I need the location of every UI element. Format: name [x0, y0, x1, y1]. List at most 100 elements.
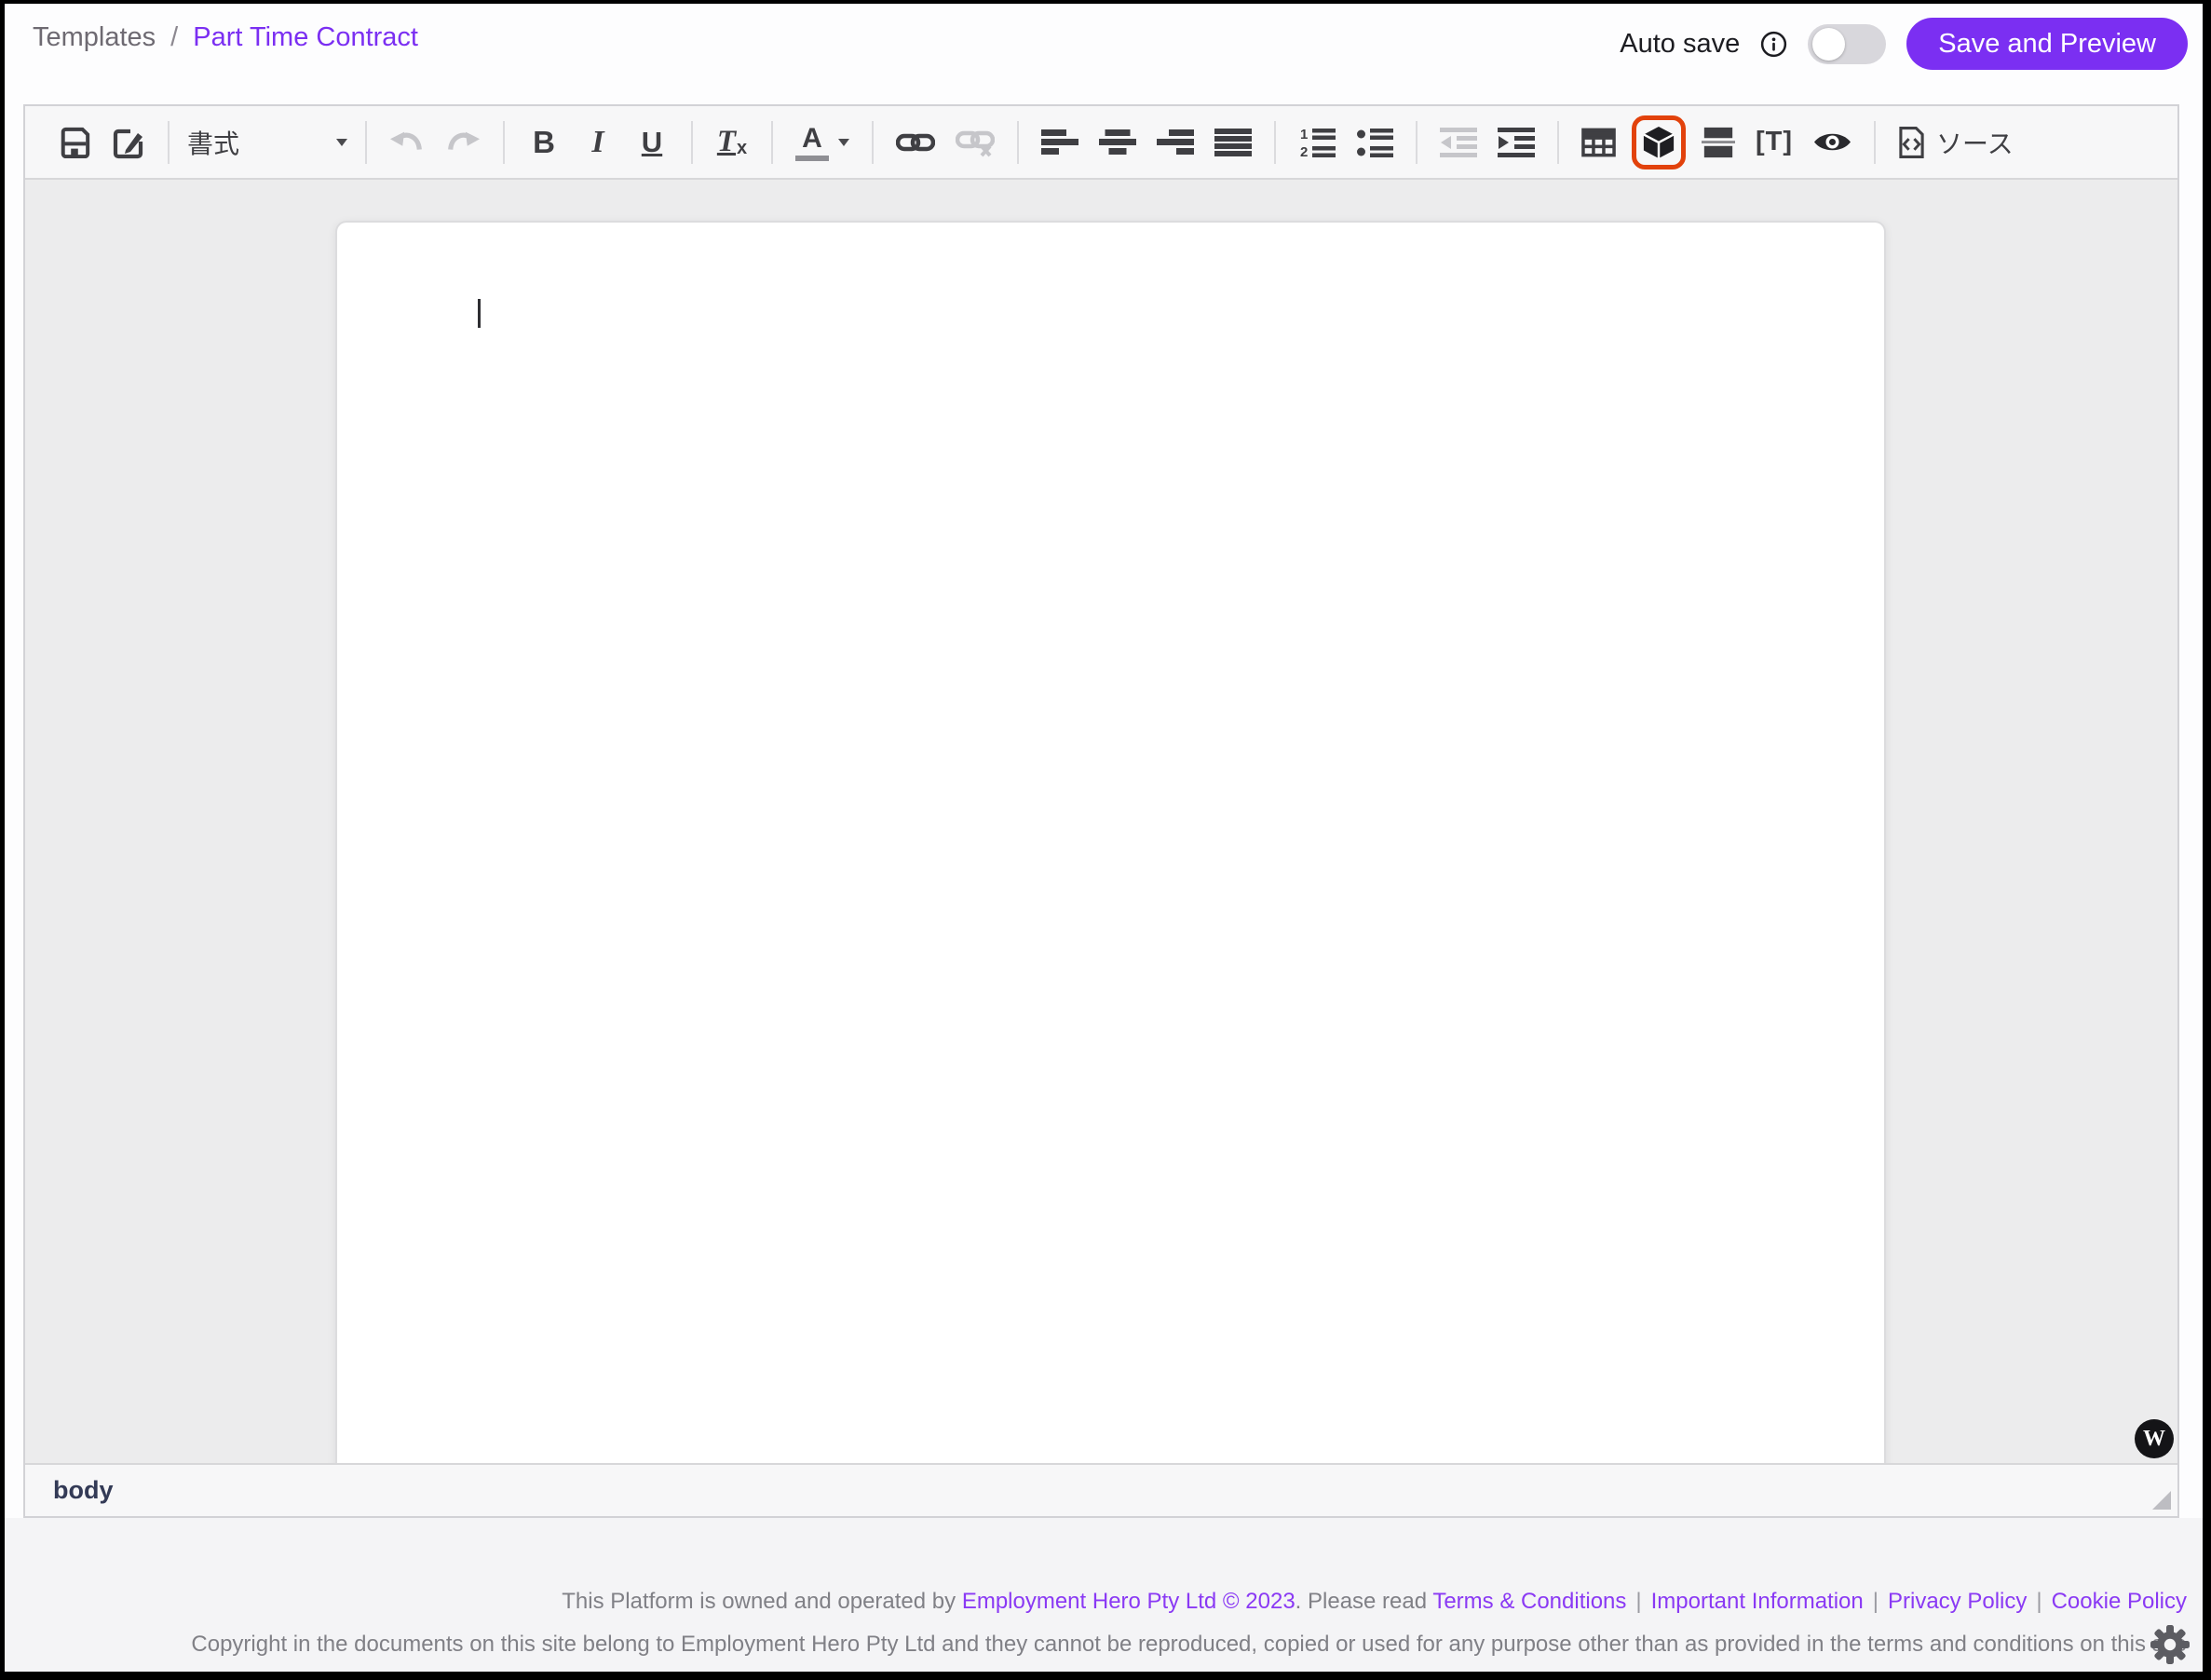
- text-field-button[interactable]: [T]: [1754, 115, 1795, 169]
- save-button[interactable]: [56, 115, 93, 169]
- insert-table-button[interactable]: [1580, 115, 1618, 169]
- widget-logo: W: [2143, 1427, 2165, 1452]
- toolbar-separator: [1557, 121, 1559, 164]
- format-dropdown-value: 書式: [187, 124, 239, 161]
- toolbar-separator: [771, 121, 773, 164]
- edit-template-button[interactable]: [110, 115, 147, 169]
- link-icon: [896, 129, 935, 156]
- footer-ownership-text: This Platform is owned and operated by: [562, 1589, 962, 1614]
- gear-icon: [2150, 1624, 2191, 1665]
- widget-button[interactable]: W: [2135, 1419, 2174, 1458]
- header-actions: Auto save Save and Preview: [1620, 17, 2188, 71]
- bulleted-list-button[interactable]: [1354, 115, 1395, 169]
- eye-icon: [1813, 129, 1852, 155]
- underline-button[interactable]: U: [633, 115, 671, 169]
- chevron-down-icon: [336, 139, 347, 146]
- align-center-button[interactable]: [1097, 115, 1138, 169]
- save-icon: [59, 127, 90, 158]
- toolbar-separator: [691, 121, 693, 164]
- footer-line-2: Copyright in the documents on this site …: [191, 1623, 2187, 1666]
- text-color-button[interactable]: A: [794, 115, 851, 169]
- cube-icon: [1642, 125, 1675, 160]
- text-field-icon: [T]: [1756, 127, 1793, 157]
- autosave-label: Auto save: [1620, 29, 1740, 60]
- toolbar-separator: [168, 121, 170, 164]
- toggle-knob: [1812, 28, 1845, 61]
- redo-icon: [445, 128, 481, 157]
- app-window: Templates / Part Time Contract Auto save…: [5, 4, 2203, 1672]
- bulleted-list-icon: [1356, 127, 1393, 158]
- toolbar-separator: [1416, 121, 1417, 164]
- italic-button[interactable]: I: [579, 115, 617, 169]
- autosave-toggle[interactable]: [1808, 24, 1886, 64]
- align-center-icon: [1099, 129, 1136, 156]
- justify-icon: [1214, 129, 1252, 156]
- insert-placeholder-cube-button[interactable]: [1632, 115, 1686, 169]
- toolbar-separator: [365, 121, 367, 164]
- info-icon[interactable]: [1760, 31, 1787, 58]
- toolbar-separator: [1274, 121, 1276, 164]
- text-cursor: [478, 299, 481, 328]
- cookie-settings-button[interactable]: [2150, 1624, 2191, 1668]
- increase-indent-button[interactable]: [1496, 115, 1537, 169]
- terms-link[interactable]: Terms & Conditions: [1432, 1589, 1626, 1614]
- footer-please-read-text: . Please read: [1295, 1589, 1433, 1614]
- element-path-bar: body: [25, 1463, 2177, 1516]
- privacy-policy-link[interactable]: Privacy Policy: [1888, 1589, 2027, 1614]
- resize-handle[interactable]: [2152, 1491, 2171, 1510]
- svg-text:2: 2: [1300, 144, 1308, 158]
- bold-button[interactable]: B: [525, 115, 563, 169]
- editor-canvas: [25, 180, 2177, 1463]
- text-color-icon: A: [795, 124, 829, 161]
- editor-toolbar: 書式 B I: [25, 106, 2177, 180]
- decrease-indent-icon: [1440, 128, 1477, 157]
- undo-button: [387, 115, 427, 169]
- numbered-list-button[interactable]: 1 2: [1296, 115, 1337, 169]
- remove-format-button[interactable]: T x: [713, 115, 751, 169]
- breadcrumb-templates-link[interactable]: Templates: [33, 22, 156, 53]
- bold-icon: B: [533, 125, 555, 160]
- svg-text:1: 1: [1300, 127, 1308, 142]
- page-break-button[interactable]: [1700, 115, 1737, 169]
- rich-text-editor: 書式 B I: [23, 104, 2179, 1518]
- table-icon: [1581, 128, 1616, 157]
- align-right-button[interactable]: [1155, 115, 1196, 169]
- align-left-icon: [1041, 129, 1078, 156]
- element-path-body[interactable]: body: [53, 1476, 114, 1505]
- unlink-icon: [956, 128, 995, 157]
- format-dropdown[interactable]: 書式: [185, 115, 349, 169]
- toolbar-separator: [1017, 121, 1019, 164]
- save-and-preview-button[interactable]: Save and Preview: [1906, 18, 2188, 70]
- toolbar-separator: [1874, 121, 1876, 164]
- italic-icon: I: [591, 125, 604, 160]
- footer: This Platform is owned and operated by E…: [191, 1580, 2187, 1666]
- unlink-button: [954, 115, 997, 169]
- underline-icon: U: [642, 126, 662, 159]
- preview-button[interactable]: [1811, 115, 1853, 169]
- increase-indent-icon: [1498, 128, 1535, 157]
- toolbar-separator: [872, 121, 874, 164]
- company-link[interactable]: Employment Hero Pty Ltd © 2023: [962, 1589, 1295, 1614]
- align-right-icon: [1157, 129, 1194, 156]
- toolbar-separator: [503, 121, 505, 164]
- numbered-list-icon: 1 2: [1298, 127, 1336, 158]
- breadcrumb: Templates / Part Time Contract: [33, 22, 418, 53]
- source-document-icon: [1898, 126, 1925, 159]
- chevron-down-icon: [838, 139, 849, 146]
- edit-icon: [112, 126, 145, 159]
- remove-format-icon: T x: [717, 125, 747, 159]
- insert-link-button[interactable]: [894, 115, 937, 169]
- breadcrumb-current-page: Part Time Contract: [193, 22, 418, 53]
- breadcrumb-separator: /: [170, 22, 178, 53]
- page-break-icon: [1702, 127, 1735, 158]
- footer-line-1: This Platform is owned and operated by E…: [191, 1580, 2187, 1623]
- justify-button[interactable]: [1213, 115, 1254, 169]
- source-label: ソース: [1936, 124, 2014, 161]
- document-page[interactable]: [335, 221, 1886, 1463]
- source-button[interactable]: ソース: [1896, 115, 2015, 169]
- redo-button: [443, 115, 482, 169]
- align-left-button[interactable]: [1039, 115, 1080, 169]
- cookie-policy-link[interactable]: Cookie Policy: [2052, 1589, 2187, 1614]
- undo-icon: [389, 128, 425, 157]
- important-information-link[interactable]: Important Information: [1651, 1589, 1864, 1614]
